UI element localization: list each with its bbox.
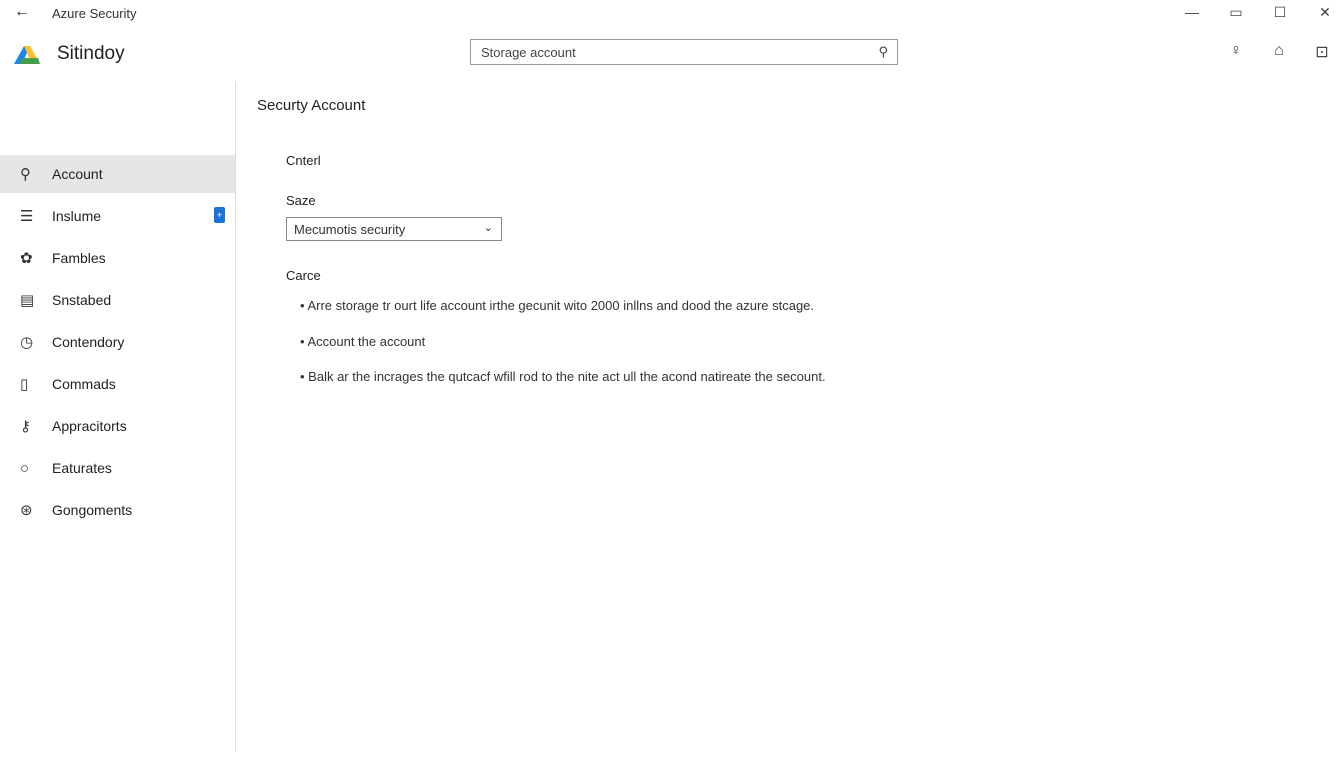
search-icon: ⚲: [20, 166, 31, 183]
list-item: • Balk ar the incrages the qutcacf wfill…: [300, 369, 826, 384]
sidebar-item-eaturates[interactable]: ○ Eaturates: [0, 449, 235, 487]
list-item-text: Account the account: [307, 334, 426, 349]
list-item: • Arre storage tr ourt life account irth…: [300, 298, 815, 313]
notification-icon[interactable]: ⌂: [1267, 42, 1291, 60]
chevron-down-icon: ⌄: [483, 222, 493, 234]
sidebar-item-snstabed[interactable]: ▤ Snstabed: [0, 281, 235, 319]
page-title: Securty Account: [257, 97, 366, 114]
document-icon: ▯: [20, 376, 29, 393]
sidebar-item-label: Appracitorts: [52, 418, 127, 434]
badge: +: [214, 207, 225, 223]
sidebar-item-label: Fambles: [52, 250, 106, 266]
sidebar-item-label: Snstabed: [52, 292, 112, 308]
sidebar: ⚲ Account ☰ Inslume + ✿ Fambles ▤ Snstabed ◷ C…: [0, 82, 236, 752]
settings-icon: ⊛: [20, 502, 33, 519]
settings-box-icon[interactable]: ⊡: [1310, 42, 1334, 62]
sidebar-item-label: Eaturates: [52, 460, 112, 476]
sidebar-item-account[interactable]: ⚲ Account: [0, 155, 235, 193]
sidebar-item-label: Gongoments: [52, 502, 133, 518]
minimize-button[interactable]: —: [1180, 4, 1204, 20]
back-arrow-icon[interactable]: ←: [14, 3, 30, 21]
list-item: • Account the account: [300, 334, 426, 349]
gear-icon: ✿: [20, 250, 33, 267]
sidebar-item-gongoments[interactable]: ⊛ Gongoments: [0, 491, 235, 529]
sidebar-item-label: Commads: [52, 376, 116, 392]
search-icon[interactable]: ⚲: [878, 44, 888, 60]
sidebar-item-inslume[interactable]: ☰ Inslume +: [0, 197, 235, 235]
list-item-text: Balk ar the incrages the qutcacf wfill r…: [308, 369, 826, 384]
sidebar-item-label: Account: [52, 166, 103, 182]
circle-icon: ○: [20, 459, 30, 477]
list-icon: ☰: [20, 208, 34, 225]
app-brand: Sitindoy: [57, 43, 125, 64]
section-heading: Cnterl: [286, 153, 321, 168]
sidebar-item-commads[interactable]: ▯ Commads: [0, 365, 235, 403]
restore-button[interactable]: ▭: [1224, 4, 1248, 21]
field-label: Saze: [286, 193, 316, 208]
sidebar-item-label: Inslume: [52, 208, 102, 224]
sidebar-item-fambles[interactable]: ✿ Fambles: [0, 239, 235, 277]
close-button[interactable]: ✕: [1313, 4, 1337, 21]
list-item-text: Arre storage tr ourt life account irthe …: [307, 298, 815, 313]
section-heading: Carce: [286, 268, 321, 283]
app-logo: [14, 46, 40, 64]
maximize-button[interactable]: ☐: [1268, 4, 1292, 21]
security-select[interactable]: Mecumotis security ⌄: [286, 217, 502, 241]
key-icon: ⚷: [20, 418, 31, 435]
sidebar-item-contendory[interactable]: ◷ Contendory: [0, 323, 235, 361]
search-input[interactable]: Storage account ⚲: [470, 39, 898, 65]
sidebar-item-label: Contendory: [52, 334, 125, 350]
window-title: Azure Security: [52, 6, 137, 21]
clock-icon: ◷: [20, 334, 34, 351]
select-value: Mecumotis security: [294, 222, 406, 237]
location-pin-icon[interactable]: ♀: [1224, 42, 1248, 60]
sidebar-item-appracitorts[interactable]: ⚷ Appracitorts: [0, 407, 235, 445]
table-icon: ▤: [20, 292, 35, 309]
search-value: Storage account: [481, 45, 576, 60]
